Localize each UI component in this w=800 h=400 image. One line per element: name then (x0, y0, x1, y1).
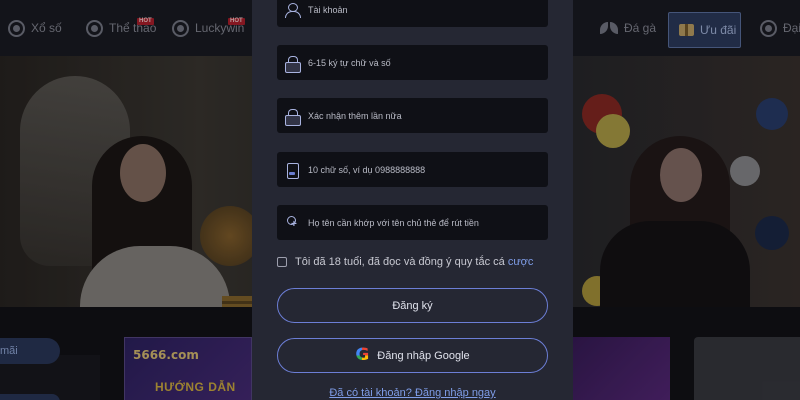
user-icon (285, 2, 301, 18)
promo-card-placeholder[interactable] (694, 337, 800, 400)
model-image-left-face (120, 144, 166, 202)
lock-icon (285, 55, 301, 73)
register-button-label: Đăng ký (392, 299, 433, 312)
casino-chip-image (200, 206, 260, 266)
coin-stack-image (222, 296, 252, 307)
gift-icon (679, 24, 694, 36)
terms-link[interactable]: cược (508, 256, 534, 268)
agent-icon (760, 19, 777, 37)
register-modal: Tôi đã 18 tuổi, đã đọc và đồng ý quy tắc… (252, 0, 573, 400)
confirm-password-input[interactable] (308, 110, 543, 121)
hot-badge: HOT (137, 18, 154, 25)
lock-icon (285, 108, 301, 126)
model-image-right-face (660, 148, 702, 202)
sports-icon (86, 19, 103, 37)
hot-badge: HOT (228, 18, 245, 25)
terms-text-body: Tôi đã 18 tuổi, đã đọc và đồng ý quy tắc… (295, 256, 508, 268)
app-page: Xổ số Thể thao HOT Luckywin HOT Đá gà Ưu… (0, 0, 800, 400)
model-image-right-body (600, 221, 750, 307)
nav-item-label: Đá gà (624, 21, 657, 35)
password-input[interactable] (308, 57, 543, 68)
password-field[interactable] (277, 45, 548, 80)
promo-card[interactable] (573, 337, 670, 400)
fullname-input[interactable] (308, 217, 543, 228)
category-pill-label: mãi (0, 345, 18, 357)
terms-text: Tôi đã 18 tuổi, đã đọc và đồng ý quy tắc… (295, 256, 533, 268)
nav-item-agent[interactable]: Đại (760, 0, 800, 56)
nav-item-label: Xổ số (31, 21, 62, 35)
promo-card[interactable]: 5666.com HƯỚNG DẪN (124, 337, 252, 400)
google-login-button[interactable]: G Đăng nhập Google (277, 338, 548, 373)
google-icon: G (355, 345, 370, 365)
nav-item-luckywin[interactable]: Luckywin (172, 0, 244, 56)
luckywin-icon (172, 19, 189, 37)
nav-item-cockfight[interactable]: Đá gà (600, 0, 656, 56)
terms-checkbox[interactable] (277, 257, 287, 267)
nav-item-promotions[interactable]: Ưu đãi (668, 12, 741, 48)
lottery-ball-image (596, 114, 630, 148)
phone-icon (285, 162, 299, 179)
username-field[interactable] (277, 0, 548, 27)
promo-card-logo: 5666.com (133, 348, 199, 362)
cockfight-icon (600, 20, 618, 36)
nav-item-sports[interactable]: Thể thao (86, 0, 156, 56)
nav-item-label: Đại (783, 21, 800, 35)
category-pill-secondary[interactable] (0, 394, 60, 400)
lottery-ball-icon (8, 19, 25, 37)
terms-agreement: Tôi đã 18 tuổi, đã đọc và đồng ý quy tắc… (277, 256, 533, 268)
category-pill[interactable]: mãi (0, 338, 60, 364)
username-input[interactable] (308, 4, 543, 15)
fullname-field[interactable] (277, 205, 548, 240)
lottery-ball-image (756, 98, 788, 130)
nav-item-lottery[interactable]: Xổ số (8, 0, 62, 56)
promo-card-heading: HƯỚNG DẪN (155, 380, 236, 394)
phone-field[interactable] (277, 152, 548, 187)
google-login-label: Đăng nhập Google (377, 349, 470, 362)
login-link[interactable]: Đã có tài khoản? Đăng nhập ngay (252, 387, 573, 399)
phone-input[interactable] (308, 164, 543, 175)
nav-item-label: Ưu đãi (700, 23, 737, 37)
confirm-password-field[interactable] (277, 98, 548, 133)
lottery-ball-image (730, 156, 760, 186)
add-user-icon (285, 215, 299, 230)
lottery-ball-image (755, 216, 789, 250)
register-button[interactable]: Đăng ký (277, 288, 548, 323)
